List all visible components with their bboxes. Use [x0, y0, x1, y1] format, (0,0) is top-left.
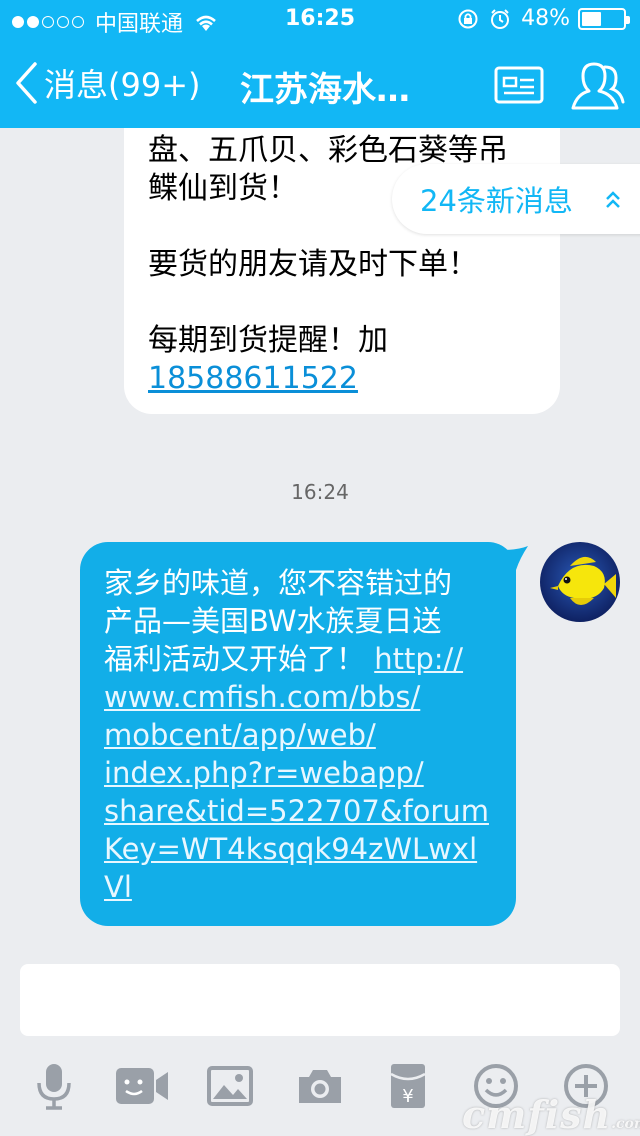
- double-chevron-up-icon: [606, 191, 620, 208]
- back-label: 消息(99+): [44, 66, 201, 104]
- message-line: 每期到货提醒！加: [148, 323, 388, 358]
- header-bar: 中国联通 16:25 48% 消息(99+) 江苏海水…: [0, 0, 640, 128]
- red-packet-button[interactable]: ¥: [378, 1056, 438, 1116]
- chat-title[interactable]: 江苏海水…: [240, 62, 410, 111]
- url-link[interactable]: www.cmfish.com/bbs/: [104, 678, 492, 716]
- url-link[interactable]: share&tid=522707&forum: [104, 792, 492, 830]
- person-icon: [571, 62, 625, 110]
- back-button[interactable]: 消息(99+): [14, 58, 201, 108]
- url-link[interactable]: http://: [374, 642, 463, 676]
- image-button[interactable]: [200, 1056, 260, 1116]
- red-packet-icon: ¥: [390, 1064, 426, 1108]
- message-line: 家乡的味道，您不容错过的: [104, 566, 453, 600]
- new-messages-label: 24条新消息: [420, 184, 573, 218]
- group-profile-button[interactable]: [494, 66, 544, 108]
- message-line: 福利活动又开始了！ http://: [104, 640, 492, 678]
- watermark-suffix: .com: [611, 1116, 640, 1132]
- video-icon: [116, 1068, 168, 1104]
- svg-text:¥: ¥: [402, 1086, 413, 1107]
- message-text: 福利活动又开始了！: [104, 642, 375, 676]
- members-button[interactable]: [568, 58, 626, 116]
- status-right: 48%: [457, 6, 630, 31]
- rotation-lock-icon: [458, 9, 478, 28]
- image-icon: [207, 1066, 253, 1106]
- camera-button[interactable]: [290, 1056, 350, 1116]
- avatar[interactable]: [540, 542, 620, 622]
- profile-card-icon: [494, 66, 544, 104]
- sent-message-bubble[interactable]: 家乡的味道，您不容错过的 产品—美国BW水族夏日送 福利活动又开始了！ http…: [80, 542, 516, 926]
- chat-area[interactable]: 盘、五爪贝、彩色石葵等吊 鲽仙到货！ 要货的朋友请及时下单！ 每期到货提醒！加 …: [0, 128, 640, 958]
- message-line: [148, 284, 536, 322]
- message-timestamp: 16:24: [291, 480, 349, 504]
- url-link[interactable]: Vl: [104, 868, 492, 906]
- message-input[interactable]: [20, 964, 620, 1036]
- alarm-icon: [491, 8, 510, 29]
- url-link[interactable]: Key=WT4ksqqk94zWLwxl: [104, 830, 492, 868]
- microphone-icon: [37, 1064, 71, 1110]
- video-button[interactable]: [112, 1056, 172, 1116]
- yellow-fish-avatar-icon: [540, 542, 620, 622]
- camera-icon: [299, 1070, 341, 1103]
- watermark-text: cmfish: [462, 1092, 612, 1136]
- chevron-left-icon: [16, 62, 37, 104]
- message-line: 产品—美国BW水族夏日送: [104, 604, 442, 638]
- new-messages-button[interactable]: 24条新消息: [392, 164, 640, 234]
- url-link[interactable]: index.php?r=webapp/: [104, 754, 492, 792]
- watermark: cmfish.com: [462, 1092, 640, 1136]
- nav-bar: 消息(99+) 江苏海水…: [0, 40, 640, 128]
- phone-number-link[interactable]: 18588611522: [148, 361, 358, 396]
- url-link[interactable]: mobcent/app/web/: [104, 716, 492, 754]
- battery-level: [582, 11, 602, 26]
- battery-icon: [578, 7, 630, 30]
- status-bar: 中国联通 16:25 48%: [0, 0, 640, 40]
- battery-percent: 48%: [521, 6, 570, 31]
- message-line: 要货的朋友请及时下单！: [148, 247, 478, 282]
- voice-button[interactable]: [24, 1056, 84, 1116]
